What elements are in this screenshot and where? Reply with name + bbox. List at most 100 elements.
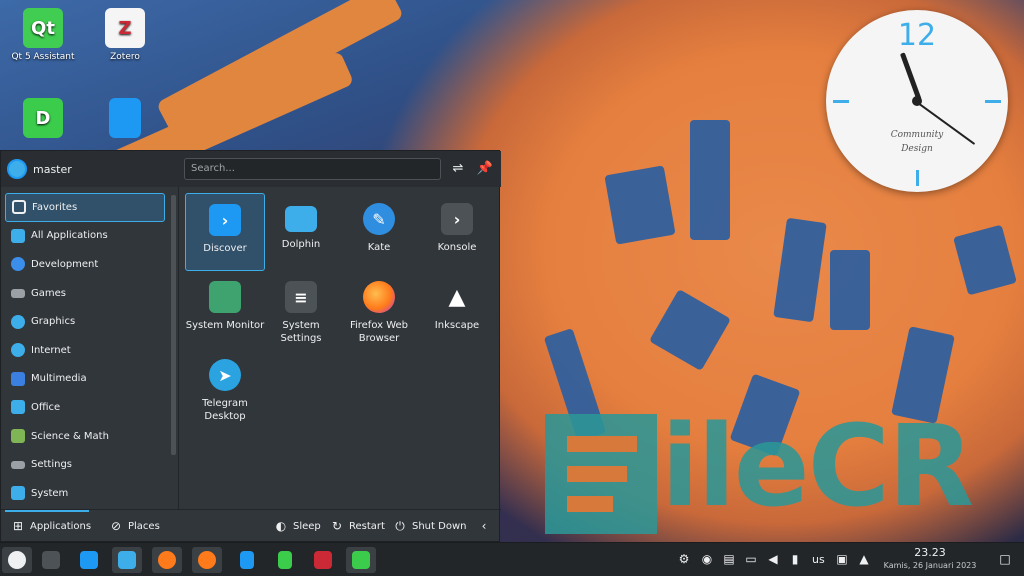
document-icon (109, 98, 141, 138)
category-internet[interactable]: Internet (5, 336, 165, 365)
desktop-icon-zotero[interactable]: Z Zotero (90, 8, 160, 62)
pin-icon[interactable]: 📌 (476, 160, 494, 178)
category-graphics[interactable]: Graphics (5, 307, 165, 336)
clock-hour-mark (916, 170, 919, 186)
category-label: Settings (31, 459, 73, 471)
app-system-settings[interactable]: ≡ System Settings (261, 271, 341, 349)
analog-clock-widget[interactable]: 12 Community Design (826, 10, 1008, 192)
taskbar-clock-date[interactable]: Kamis, 26 Januari 2023 (876, 561, 984, 570)
network-icon[interactable]: ▣ (835, 552, 849, 566)
wallpaper-shape (604, 165, 676, 245)
category-system[interactable]: System (5, 479, 165, 508)
firefox-icon (158, 551, 176, 569)
task-spreadsheet[interactable] (270, 547, 300, 573)
display-icon[interactable]: ▭ (744, 552, 758, 566)
update-icon[interactable]: ◉ (700, 552, 714, 566)
user-avatar[interactable] (7, 159, 27, 179)
app-firefox[interactable]: Firefox Web Browser (339, 271, 419, 349)
taskbar-clock-time[interactable]: 23.23 (876, 546, 984, 559)
discover-icon (80, 551, 98, 569)
task-dolphin[interactable] (112, 547, 142, 573)
configure-icon[interactable]: ⇌ (449, 160, 467, 178)
category-settings[interactable]: Settings (5, 450, 165, 479)
filecr-watermark: ileCR (545, 400, 1020, 535)
task-zotero[interactable] (308, 547, 338, 573)
clock-hour-hand (899, 52, 922, 101)
app-label: System Settings (280, 320, 322, 344)
tab-applications[interactable]: ⊞ Applications (11, 519, 91, 533)
category-label: Favorites (32, 201, 78, 213)
restart-icon: ↻ (331, 519, 343, 533)
app-label: Inkscape (434, 320, 480, 331)
category-office[interactable]: Office (5, 393, 165, 422)
zotero-icon (314, 551, 332, 569)
category-games[interactable]: Games (5, 279, 165, 308)
sleep-icon: ◐ (275, 519, 287, 533)
category-label: Multimedia (31, 373, 87, 385)
discover-icon: › (209, 204, 241, 236)
tab-label: Places (128, 520, 160, 532)
zotero-icon: Z (105, 8, 145, 48)
leave-more-button[interactable]: ‹ (477, 519, 496, 533)
clock-numeral-12: 12 (897, 18, 937, 53)
app-system-monitor[interactable]: System Monitor (185, 271, 265, 349)
gamepad-icon (11, 288, 25, 298)
category-science-math[interactable]: Science & Math (5, 422, 165, 451)
category-development[interactable]: Development (5, 250, 165, 279)
kde-connect-icon[interactable]: ⚙ (677, 552, 691, 566)
desktop-icon-label: Zotero (110, 52, 140, 62)
folder-icon (285, 206, 317, 232)
app-konsole[interactable]: › Konsole (417, 193, 497, 271)
clipboard-icon[interactable]: ▤ (722, 552, 736, 566)
category-scrollbar[interactable] (171, 195, 176, 455)
search-input[interactable]: Search... (184, 158, 441, 180)
task-document[interactable] (232, 547, 262, 573)
applications-icon: ⊞ (12, 519, 24, 533)
development-icon (11, 257, 25, 272)
show-desktop-icon[interactable]: □ (998, 552, 1012, 566)
qt-icon: Qt (23, 8, 63, 48)
sleep-button[interactable]: ◐ Sleep (274, 519, 321, 533)
volume-icon[interactable]: ◀ (766, 552, 780, 566)
task-discover[interactable] (74, 547, 104, 573)
category-label: Games (31, 287, 66, 299)
task-overview[interactable] (36, 547, 66, 573)
tab-places[interactable]: ⊘ Places (109, 519, 160, 533)
wallpaper-shape (773, 217, 827, 323)
category-all-applications[interactable]: All Applications (5, 222, 165, 251)
category-label: Development (31, 258, 99, 270)
category-list: Favorites All Applications Development G… (5, 193, 165, 508)
clock-hub (912, 96, 922, 106)
app-inkscape[interactable]: ▲ Inkscape (417, 271, 497, 349)
desktop-icon-d[interactable]: D (8, 98, 78, 142)
launcher-divider (178, 187, 179, 509)
task-android[interactable] (346, 547, 376, 573)
terminal-icon: › (441, 203, 473, 235)
office-icon (11, 400, 25, 415)
battery-icon[interactable]: ▮ (788, 552, 802, 566)
chevron-up-icon[interactable]: ▲ (857, 552, 871, 566)
shutdown-button[interactable]: ⏻ Shut Down (393, 519, 466, 533)
wallpaper-shape (953, 224, 1017, 296)
launcher-button[interactable] (2, 547, 32, 573)
app-label: Kate (367, 242, 391, 253)
app-kate[interactable]: ✎ Kate (339, 193, 419, 271)
category-multimedia[interactable]: Multimedia (5, 365, 165, 394)
app-telegram[interactable]: ➤ Telegram Desktop (185, 349, 265, 427)
sleep-label: Sleep (293, 520, 321, 532)
app-dolphin[interactable]: Dolphin (261, 193, 341, 271)
system-icon (11, 486, 25, 501)
shutdown-label: Shut Down (412, 520, 467, 532)
desktop-icon-qt-assistant[interactable]: Qt Qt 5 Assistant (8, 8, 78, 62)
wallpaper-shape (649, 289, 731, 371)
restart-label: Restart (349, 520, 385, 532)
task-firefox-1[interactable] (152, 547, 182, 573)
app-discover[interactable]: › Discover (185, 193, 265, 271)
category-favorites[interactable]: Favorites (5, 193, 165, 222)
task-firefox-2[interactable] (192, 547, 222, 573)
restart-button[interactable]: ↻ Restart (330, 519, 385, 533)
desktop-icon-document[interactable] (90, 98, 160, 142)
clock-hour-mark (985, 100, 1001, 103)
grid-icon (11, 228, 25, 243)
keyboard-layout[interactable]: us (812, 553, 825, 566)
